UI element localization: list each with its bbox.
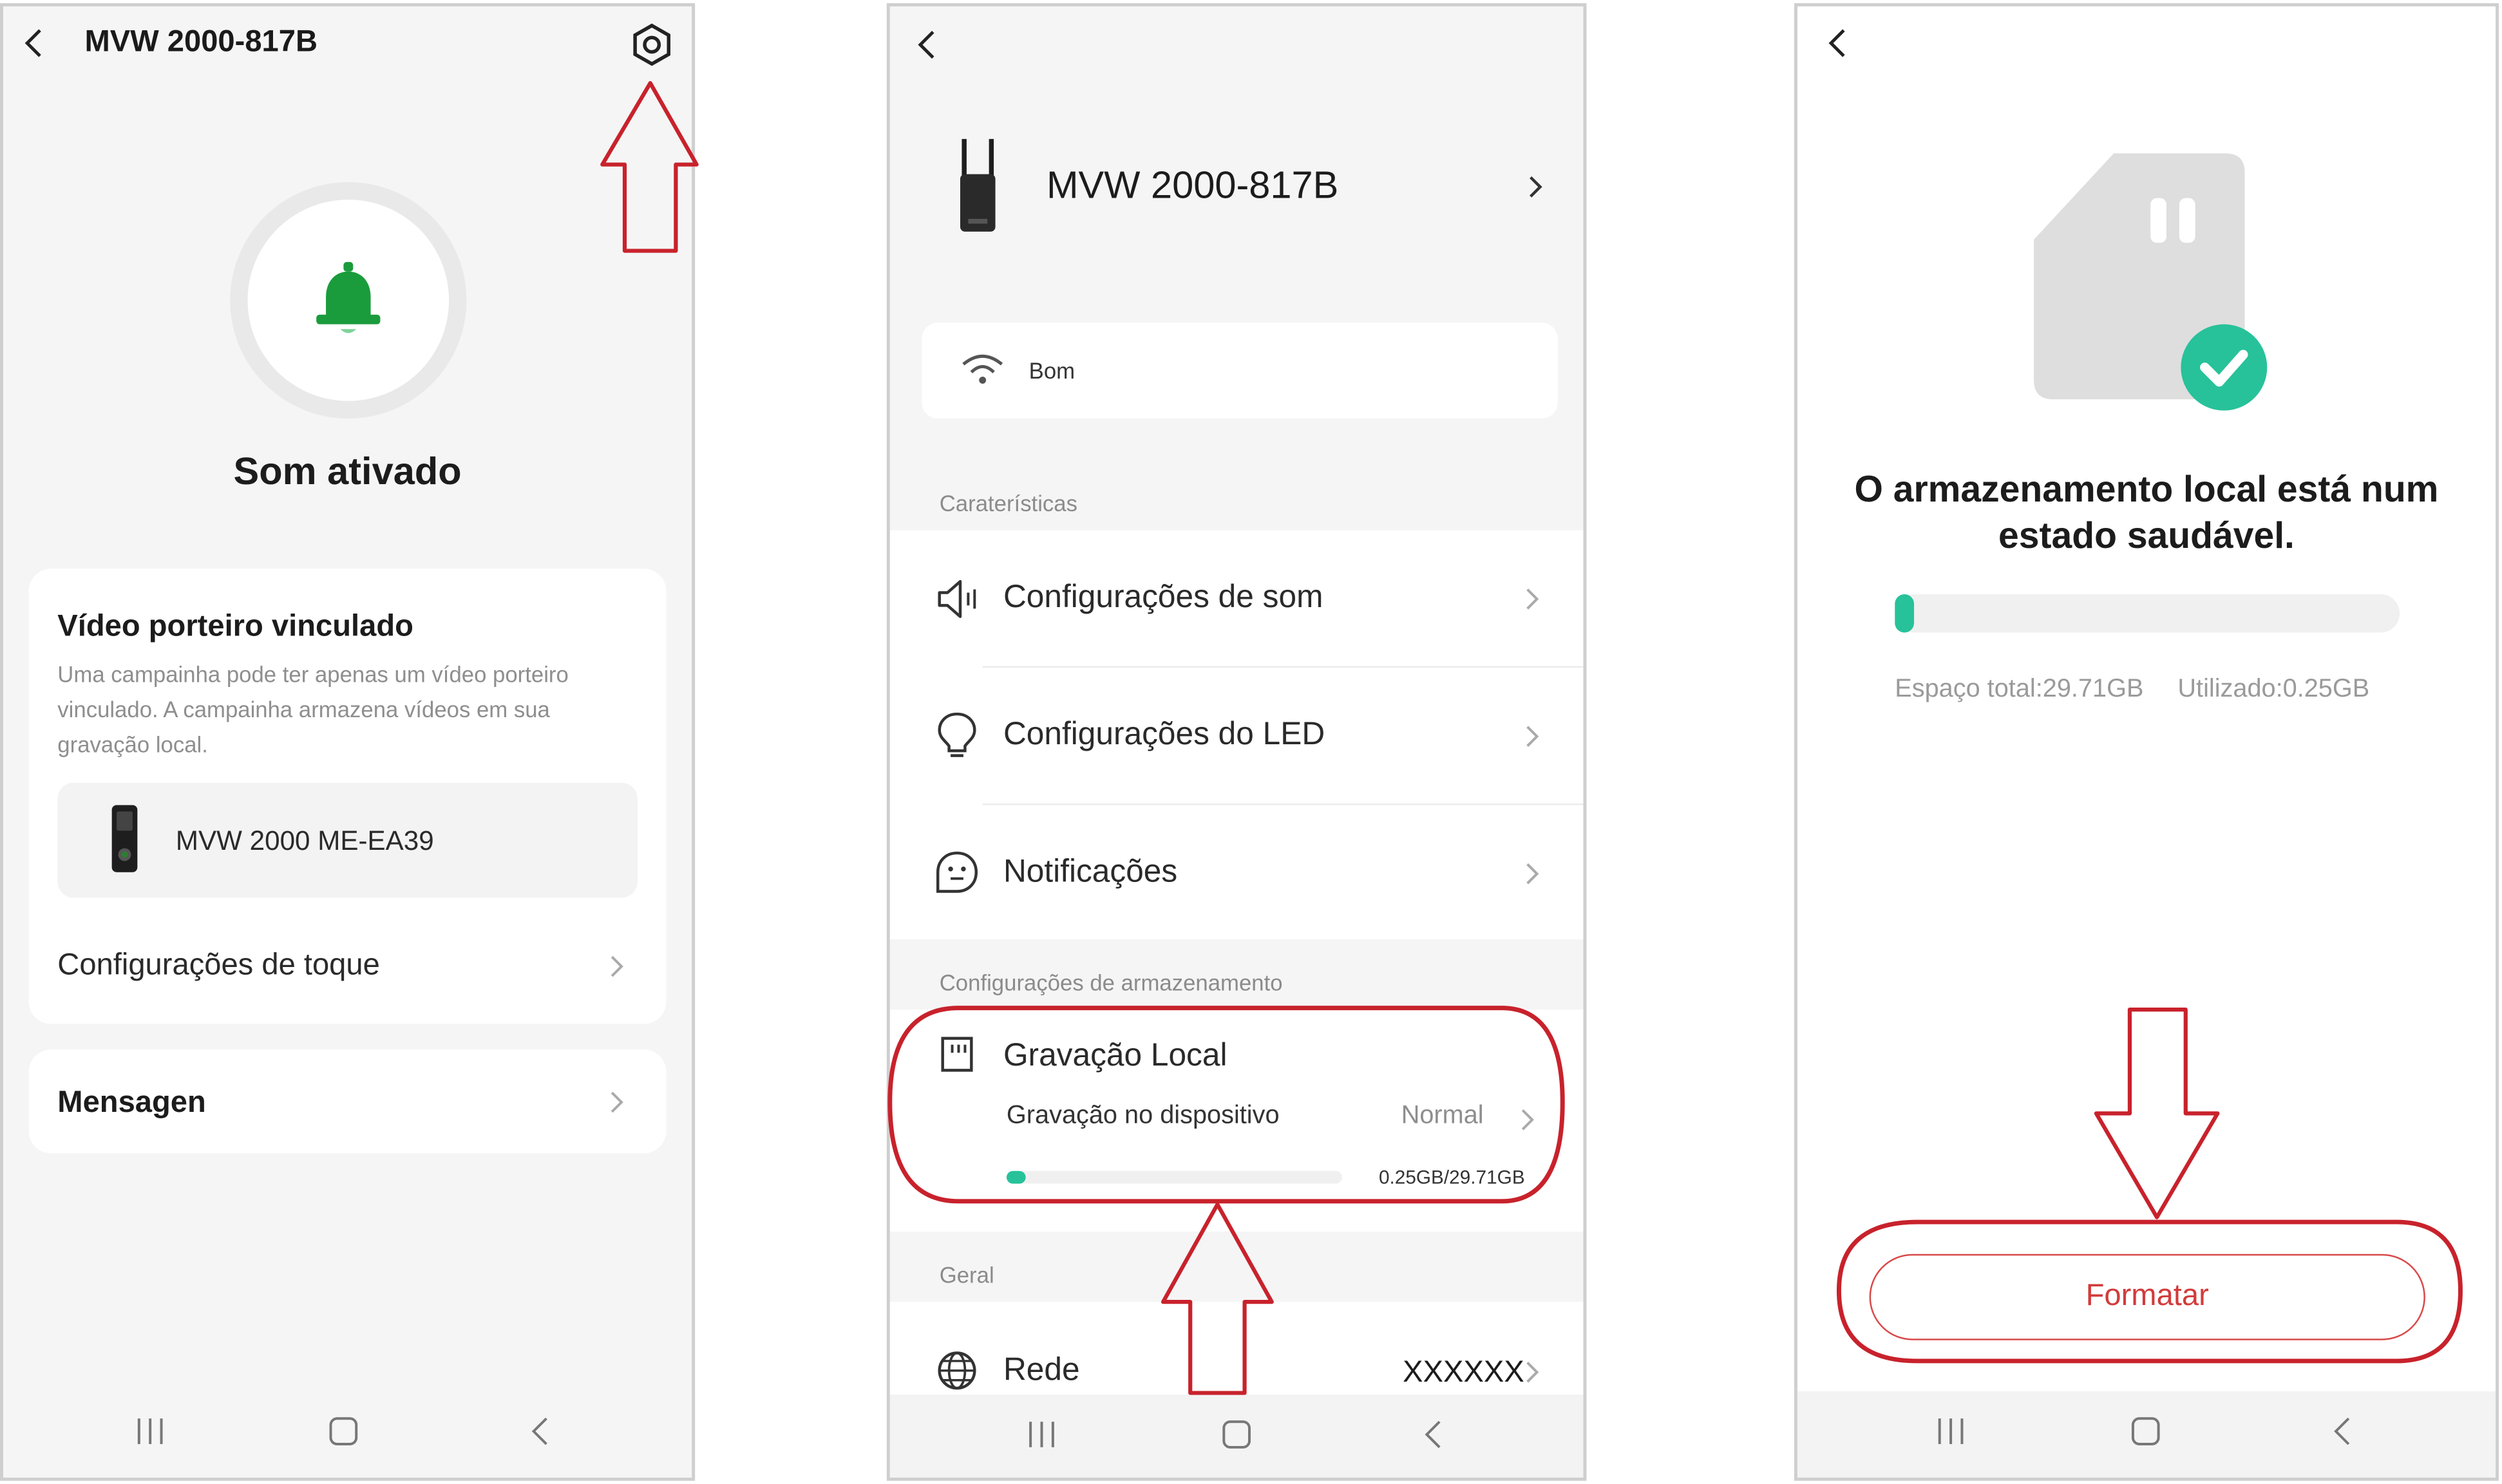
annotation-overlay	[600, 80, 2463, 1395]
highlight-ellipse-local-recording	[887, 1006, 1565, 1204]
up-arrow-annotation-icon	[1161, 1202, 1274, 1395]
highlight-ellipse-format	[1836, 1219, 2463, 1364]
up-arrow-annotation-icon	[600, 80, 699, 253]
down-arrow-annotation-icon	[2094, 1007, 2220, 1219]
